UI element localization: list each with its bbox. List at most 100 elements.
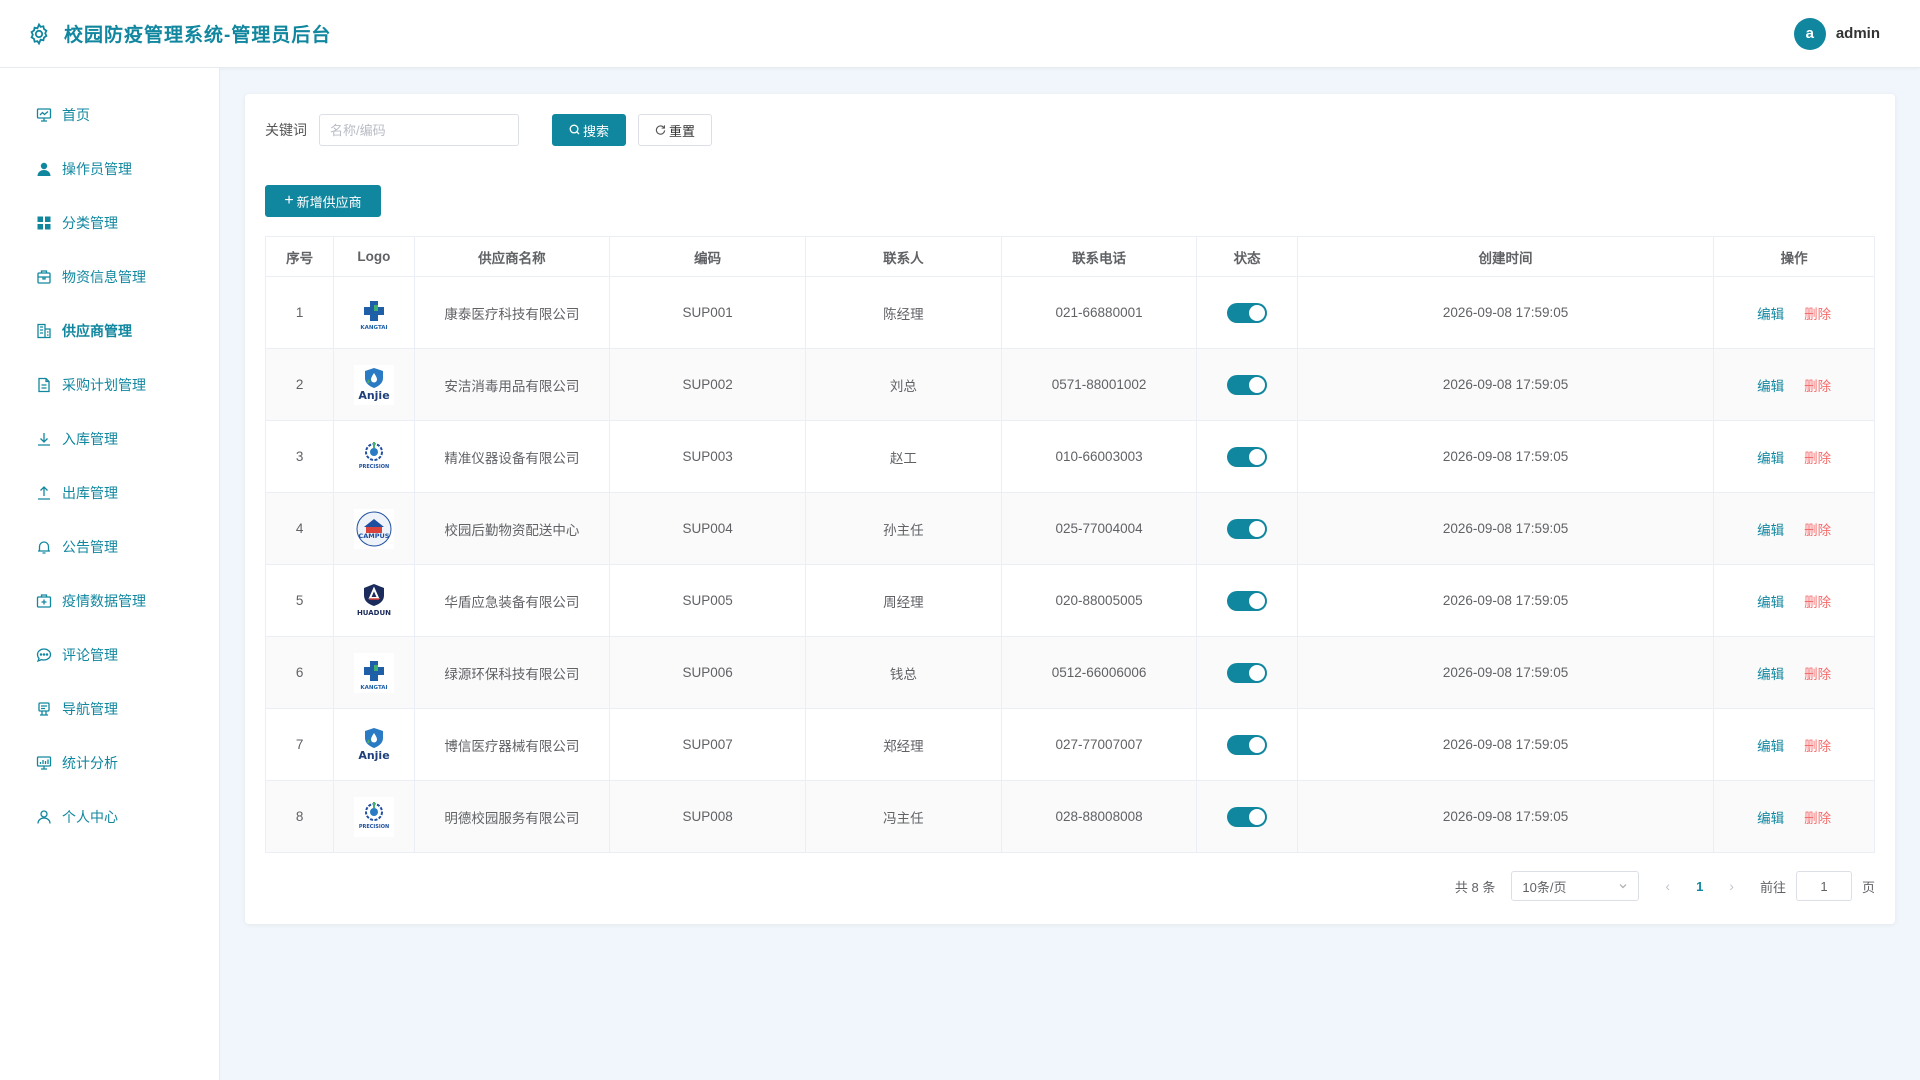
delete-button[interactable]: 删除 (1804, 307, 1831, 322)
reset-button[interactable]: 重置 (638, 114, 712, 146)
actions-cell: 编辑 删除 (1713, 636, 1875, 709)
delete-button[interactable]: 删除 (1804, 739, 1831, 754)
column-header: 序号 (264, 236, 335, 277)
contact-phone: 0571-88001002 (1000, 348, 1198, 421)
avatar[interactable]: a (1793, 17, 1826, 50)
table-row: 8 PRECISION 明德校园服务有限公司 SUP008 冯主任 028-8800800… (264, 780, 1875, 853)
chevron-down-icon (1618, 879, 1628, 894)
sidebar-item-label: 采购计划管理 (62, 377, 146, 393)
sidebar-item-9[interactable]: 疫情数据管理 (0, 574, 219, 628)
supplier-logo: CAMPUS (353, 508, 394, 549)
column-header: 联系电话 (1000, 236, 1198, 277)
sidebar-item-7[interactable]: 出库管理 (0, 466, 219, 520)
sidebar-item-13[interactable]: 个人中心 (0, 790, 219, 844)
contact-person: 冯主任 (804, 780, 1002, 853)
sidebar-item-5[interactable]: 采购计划管理 (0, 358, 219, 412)
edit-button[interactable]: 编辑 (1757, 811, 1784, 826)
supplier-name: 华盾应急装备有限公司 (413, 564, 611, 637)
next-page-button[interactable]: › (1729, 878, 1734, 894)
sidebar-item-label: 公告管理 (62, 539, 118, 555)
sidebar-item-label: 供应商管理 (62, 323, 132, 339)
status-toggle[interactable] (1227, 302, 1268, 323)
document-icon (35, 376, 53, 394)
grid-icon (35, 214, 53, 232)
status-toggle[interactable] (1227, 374, 1268, 395)
box-icon (35, 268, 53, 286)
sidebar-item-4[interactable]: 供应商管理 (0, 304, 219, 358)
refresh-icon (655, 123, 666, 138)
status-toggle[interactable] (1227, 734, 1268, 755)
goto-label: 前往 (1759, 879, 1786, 895)
actions-cell: 编辑 删除 (1713, 348, 1875, 421)
column-header: 创建时间 (1296, 236, 1715, 277)
edit-button[interactable]: 编辑 (1757, 739, 1784, 754)
medical-box-icon (35, 592, 53, 610)
status-cell (1196, 636, 1298, 709)
status-toggle[interactable] (1227, 662, 1268, 683)
page-size-select[interactable]: 10条/页 (1511, 871, 1640, 901)
status-toggle[interactable] (1227, 518, 1268, 539)
supplier-name: 康泰医疗科技有限公司 (413, 276, 611, 349)
status-toggle[interactable] (1227, 590, 1268, 611)
goto-page-input[interactable] (1795, 871, 1852, 901)
sidebar-item-1[interactable]: 操作员管理 (0, 142, 219, 196)
search-icon (569, 123, 580, 138)
page-number[interactable]: 1 (1696, 879, 1703, 894)
user-menu[interactable]: a admin (1793, 17, 1880, 50)
delete-button[interactable]: 删除 (1804, 451, 1831, 466)
person-icon (35, 808, 53, 826)
delete-button[interactable]: 删除 (1804, 523, 1831, 538)
search-button[interactable]: 搜索 (552, 114, 626, 146)
row-index: 6 (264, 636, 335, 709)
sidebar-item-12[interactable]: 统计分析 (0, 736, 219, 790)
supplier-logo: PRECISION (353, 796, 394, 837)
prev-page-button[interactable]: ‹ (1665, 878, 1670, 894)
sidebar-item-11[interactable]: 导航管理 (0, 682, 219, 736)
logo-cell: PRECISION (333, 780, 415, 853)
edit-button[interactable]: 编辑 (1757, 379, 1784, 394)
delete-button[interactable]: 删除 (1804, 811, 1831, 826)
contact-phone: 021-66880001 (1000, 276, 1198, 349)
sidebar: 首页操作员管理 分类管理 物资信息管理供应商管理采购计划管理入库管理 出库管理公告管理… (0, 68, 220, 1080)
sidebar-item-3[interactable]: 物资信息管理 (0, 250, 219, 304)
sidebar-item-label: 首页 (62, 107, 90, 123)
logo-cell: Anjie (333, 708, 415, 781)
keyword-input[interactable] (319, 114, 519, 146)
actions-cell: 编辑 删除 (1713, 420, 1875, 493)
sidebar-item-0[interactable]: 首页 (0, 88, 219, 142)
status-cell (1196, 708, 1298, 781)
edit-button[interactable]: 编辑 (1757, 307, 1784, 322)
edit-button[interactable]: 编辑 (1757, 667, 1784, 682)
add-supplier-button[interactable]: + 新增供应商 (265, 185, 381, 217)
sidebar-item-2[interactable]: 分类管理 (0, 196, 219, 250)
column-header: 编码 (609, 236, 806, 277)
table-row: 1 KANGTAI 康泰医疗科技有限公司 SUP001 陈经理 021-66880001 2… (264, 276, 1875, 349)
created-time: 2026-09-08 17:59:05 (1296, 276, 1715, 349)
sidebar-item-6[interactable]: 入库管理 (0, 412, 219, 466)
sidebar-item-10[interactable]: 评论管理 (0, 628, 219, 682)
supplier-name: 绿源环保科技有限公司 (413, 636, 611, 709)
username[interactable]: admin (1836, 25, 1880, 42)
edit-button[interactable]: 编辑 (1757, 451, 1784, 466)
supplier-code: SUP007 (609, 708, 806, 781)
status-toggle[interactable] (1227, 446, 1268, 467)
supplier-code: SUP003 (609, 420, 806, 493)
status-toggle[interactable] (1227, 806, 1268, 827)
keyword-label: 关键词 (265, 122, 307, 138)
edit-button[interactable]: 编辑 (1757, 595, 1784, 610)
edit-button[interactable]: 编辑 (1757, 523, 1784, 538)
supplier-code: SUP002 (609, 348, 806, 421)
supplier-logo: Anjie (353, 724, 394, 765)
delete-button[interactable]: 删除 (1804, 595, 1831, 610)
sidebar-item-label: 评论管理 (62, 647, 118, 663)
upload-icon (35, 484, 53, 502)
logo-cell: CAMPUS (333, 492, 415, 565)
created-time: 2026-09-08 17:59:05 (1296, 636, 1715, 709)
delete-button[interactable]: 删除 (1804, 379, 1831, 394)
status-cell (1196, 420, 1298, 493)
sidebar-item-8[interactable]: 公告管理 (0, 520, 219, 574)
supplier-logo: HUADUN (353, 580, 394, 621)
status-cell (1196, 492, 1298, 565)
delete-button[interactable]: 删除 (1804, 667, 1831, 682)
supplier-code: SUP005 (609, 564, 806, 637)
